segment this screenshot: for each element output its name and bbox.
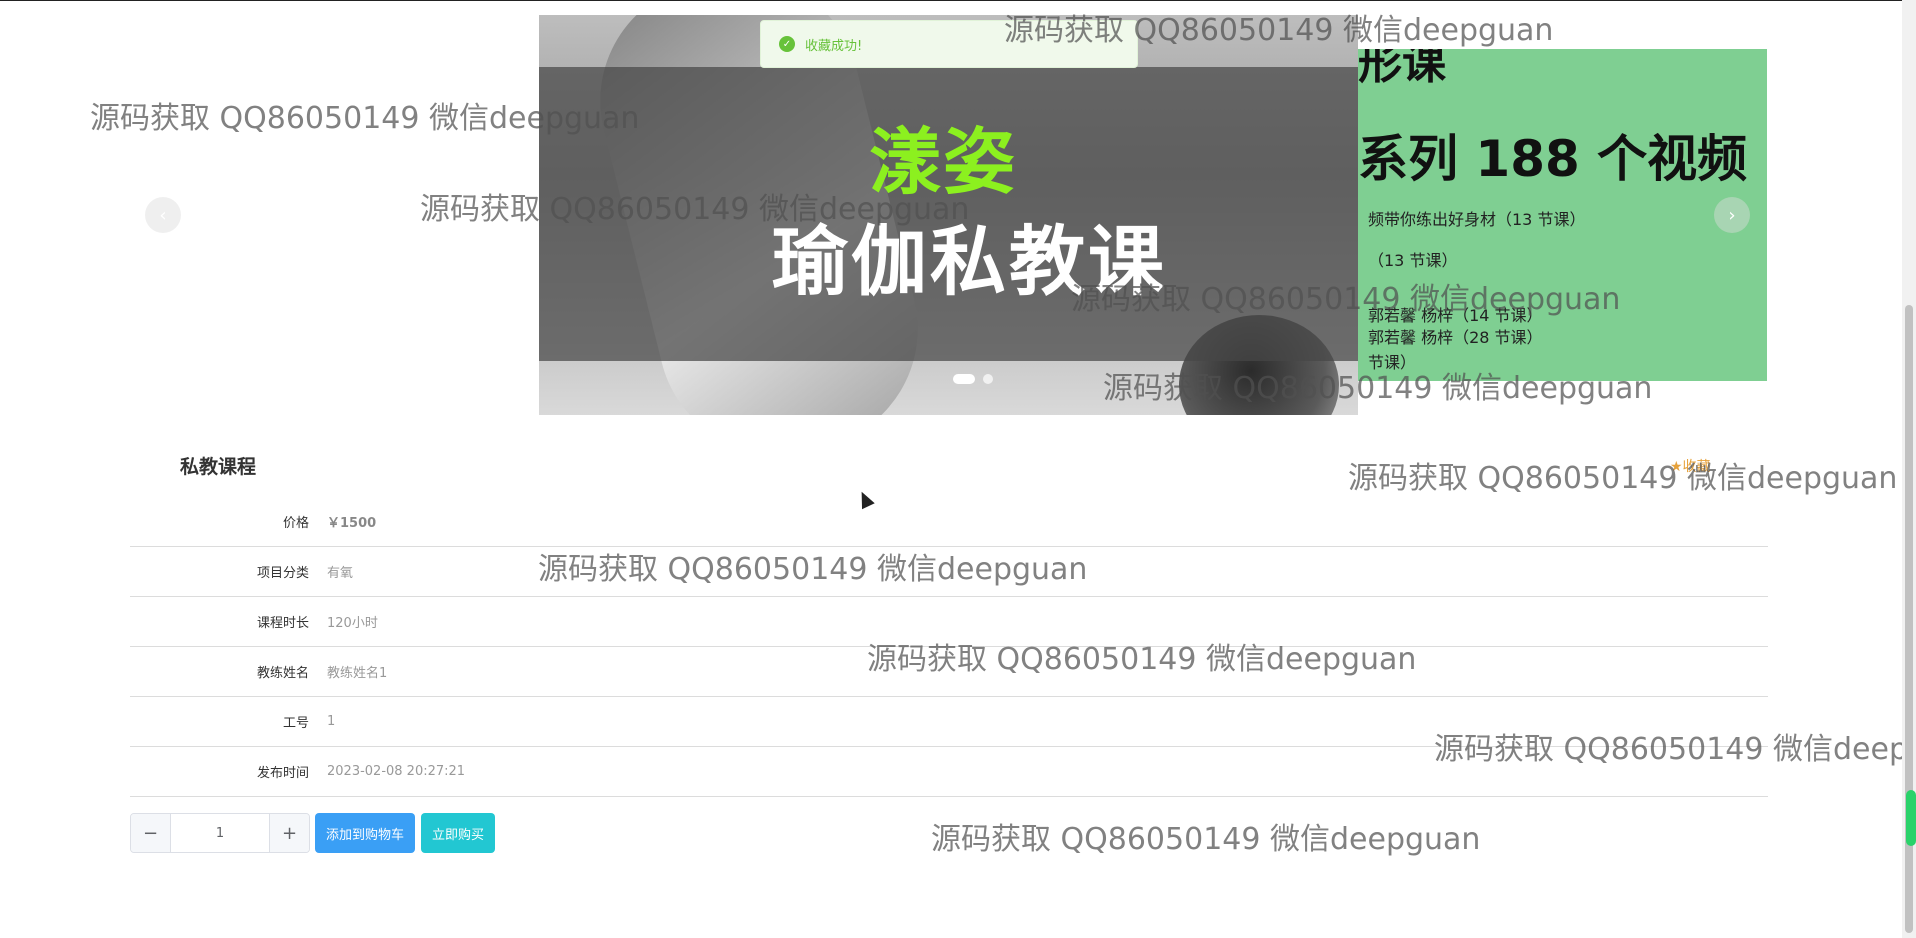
carousel-dot-1[interactable] — [953, 374, 975, 384]
carousel-next-button[interactable]: › — [1714, 197, 1750, 233]
side-slide-top-text: 形课 — [1358, 49, 1446, 89]
info-label: 工号 — [282, 716, 309, 731]
side-float-widget[interactable] — [1906, 790, 1916, 846]
quantity-input[interactable] — [171, 814, 269, 852]
side-slide-line: 郭若馨 杨梓（28 节课） — [1368, 328, 1543, 347]
employee-id-value: 1 — [327, 714, 336, 729]
watermark-text: 源码获取 QQ86050149 微信deepguan — [1348, 461, 1898, 496]
course-info-table: 价格 ￥1500 项目分类 有氧 课程时长 120小时 教练姓名 教练姓名1 工… — [130, 497, 1768, 797]
side-slide-headline: 系列 188 个视频 — [1358, 130, 1748, 188]
side-slide-line: 郭若馨 杨梓（14 节课） — [1368, 306, 1543, 325]
info-label: 课程时长 — [256, 616, 309, 631]
page: 漾姿 瑜伽私教课 形课 系列 188 个视频 频带你练出好身材（13 节课） （… — [0, 0, 1916, 938]
category-value: 有氧 — [327, 566, 354, 581]
increase-button[interactable]: + — [269, 814, 309, 852]
quantity-stepper: − + — [130, 813, 310, 853]
slide-title-course: 瑜伽私教课 — [772, 217, 1167, 306]
toast-message: 收藏成功! — [805, 38, 863, 54]
buy-now-button[interactable]: 立即购买 — [421, 813, 496, 853]
carousel-prev-button[interactable]: ‹ — [145, 197, 181, 233]
carousel-slide-main[interactable]: 漾姿 瑜伽私教课 — [539, 15, 1358, 415]
info-row-category: 项目分类 有氧 — [130, 547, 1768, 597]
side-slide-line: 节课） — [1368, 353, 1417, 372]
duration-value: 120小时 — [327, 616, 378, 631]
course-title: 私教课程 — [180, 456, 257, 478]
publish-time-value: 2023-02-08 20:27:21 — [327, 764, 466, 779]
carousel-indicators — [953, 374, 993, 384]
watermark-text: 源码获取 QQ86050149 微信deepguan — [931, 822, 1481, 857]
info-row-coach: 教练姓名 教练姓名1 — [130, 647, 1768, 697]
info-label: 发布时间 — [256, 766, 309, 781]
side-slide-line: （13 节课） — [1368, 251, 1458, 270]
carousel-dot-2[interactable] — [983, 374, 993, 384]
info-row-publish-time: 发布时间 2023-02-08 20:27:21 — [130, 747, 1768, 797]
info-label: 教练姓名 — [256, 666, 309, 681]
info-row-employee-id: 工号 1 — [130, 697, 1768, 747]
info-row-duration: 课程时长 120小时 — [130, 597, 1768, 647]
purchase-bar: − + 添加到购物车 立即购买 — [130, 813, 496, 853]
info-row-price: 价格 ￥1500 — [130, 497, 1768, 547]
info-label: 价格 — [282, 516, 309, 531]
info-label: 项目分类 — [256, 566, 309, 581]
check-circle-icon: ✓ — [779, 36, 795, 52]
side-slide-line: 频带你练出好身材（13 节课） — [1368, 210, 1586, 229]
chevron-right-icon: › — [1728, 204, 1736, 226]
price-value: ￥1500 — [327, 516, 377, 531]
success-toast: ✓ 收藏成功! — [760, 20, 1138, 68]
favorite-button[interactable]: ★收藏 — [1670, 456, 1711, 476]
slide-title-brand: 漾姿 — [869, 120, 1018, 204]
add-to-cart-button[interactable]: 添加到购物车 — [315, 813, 416, 853]
carousel-slide-next[interactable]: 形课 系列 188 个视频 频带你练出好身材（13 节课） （13 节课） 郭若… — [1358, 49, 1767, 381]
coach-name-value: 教练姓名1 — [327, 666, 388, 681]
chevron-left-icon: ‹ — [159, 204, 167, 226]
decrease-button[interactable]: − — [131, 814, 171, 852]
